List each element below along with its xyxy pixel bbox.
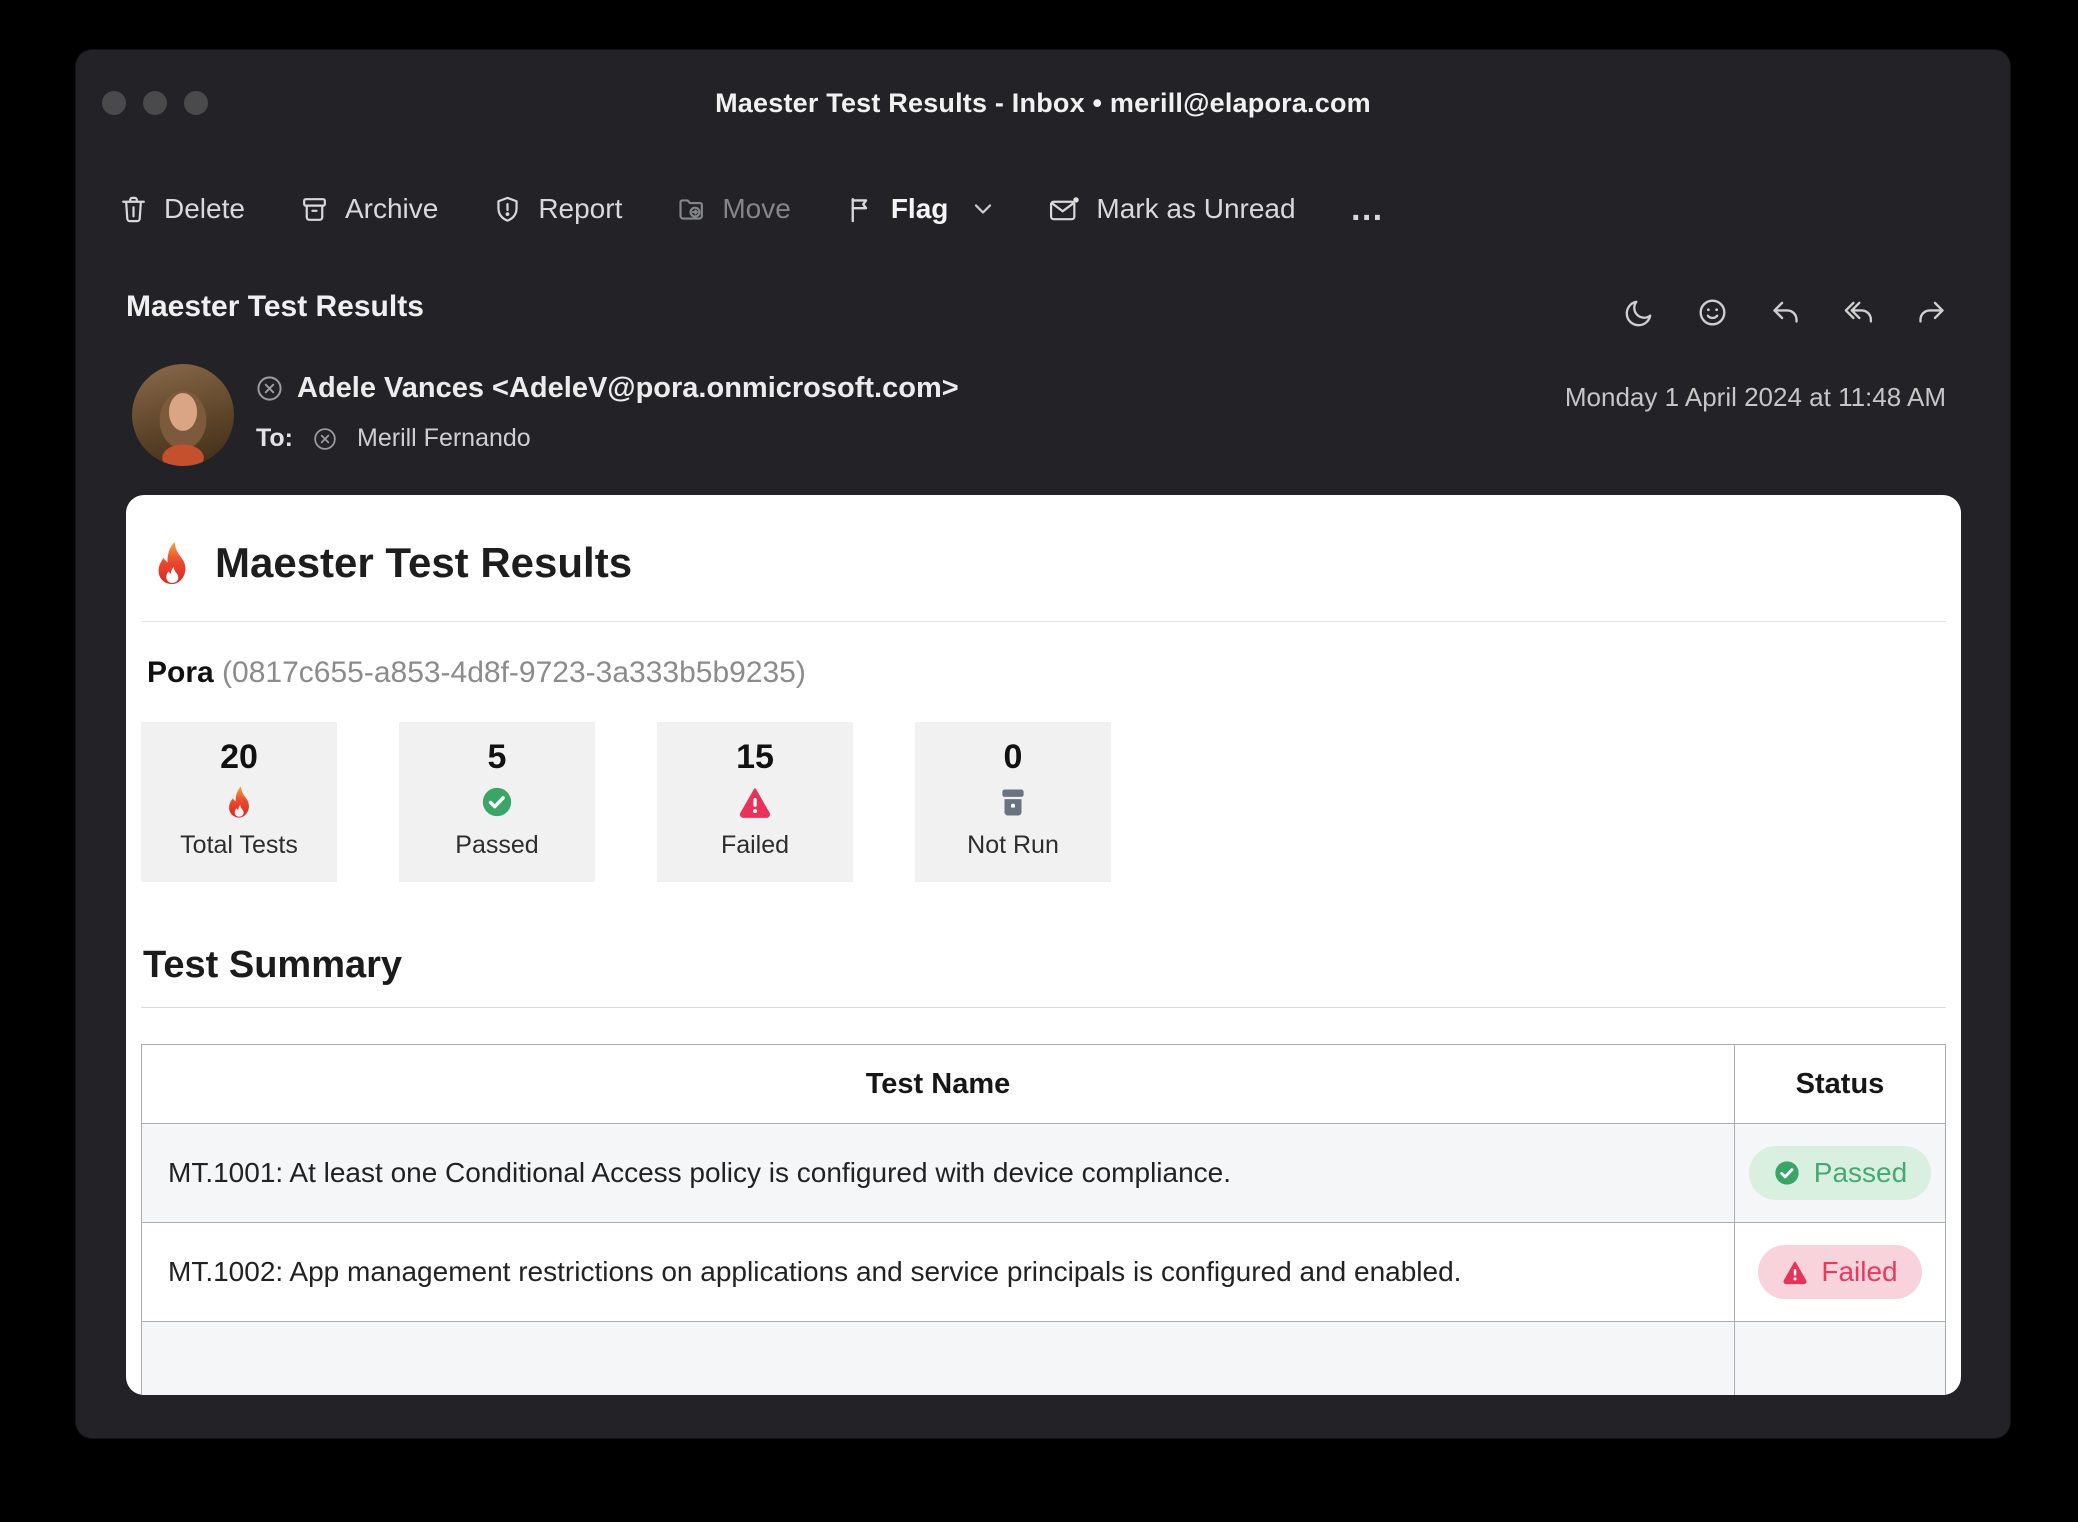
tenant-name: Pora <box>147 656 214 689</box>
stat-label: Passed <box>455 831 539 859</box>
report-label: Report <box>538 193 623 224</box>
test-summary-heading: Test Summary <box>143 944 403 986</box>
to-label: To: <box>256 424 294 452</box>
divider <box>141 1007 1946 1008</box>
table-row: MT.1001: At least one Conditional Access… <box>141 1123 1946 1223</box>
message-date: Monday 1 April 2024 at 11:48 AM <box>1564 382 1946 412</box>
forward-icon <box>1915 301 1948 332</box>
status-badge-label: Failed <box>1821 1255 1898 1287</box>
archive-box-icon <box>996 785 1030 819</box>
warning-triangle-icon <box>1782 1259 1808 1285</box>
archive-button[interactable]: Archive <box>299 193 438 225</box>
delete-label: Delete <box>164 193 245 224</box>
message-header-actions <box>1623 296 1948 332</box>
stat-value: 0 <box>1003 738 1023 776</box>
tenant-id: (0817c655-a853-4d8f-9723-3a333b5b9235) <box>222 656 806 689</box>
sender-name[interactable]: Adele Vances <AdeleV@pora.onmicrosoft.co… <box>297 372 959 405</box>
delete-button[interactable]: Delete <box>118 193 245 225</box>
report-button[interactable]: Report <box>492 193 622 225</box>
test-name-cell: MT.1002: App management restrictions on … <box>141 1221 1735 1322</box>
check-circle-icon <box>1773 1159 1801 1187</box>
archive-label: Archive <box>344 193 439 224</box>
titlebar: Maester Test Results - Inbox • merill@el… <box>76 50 2010 158</box>
move-label: Move <box>722 193 791 224</box>
recipient-presence-icon <box>313 427 337 451</box>
snooze-button[interactable] <box>1623 296 1656 332</box>
status-badge-failed: Failed <box>1758 1244 1922 1299</box>
check-circle-icon <box>480 785 514 819</box>
stat-card-total: 20 Total Tests <box>141 722 337 882</box>
flag-label: Flag <box>890 193 949 224</box>
more-icon: … <box>1349 189 1386 228</box>
message-subject: Maester Test Results <box>126 290 424 323</box>
move-button[interactable]: Move <box>676 193 791 225</box>
table-header-row: Test Name Status <box>141 1044 1946 1124</box>
mark-as-unread-label: Mark as Unread <box>1096 193 1296 224</box>
stat-label: Not Run <box>967 831 1059 859</box>
status-badge-passed: Passed <box>1748 1145 1932 1200</box>
stat-card-notrun: 0 Not Run <box>915 722 1111 882</box>
column-header-status: Status <box>1734 1044 1946 1124</box>
mail-app-window: Maester Test Results - Inbox • merill@el… <box>76 50 2010 1438</box>
reply-button[interactable] <box>1769 296 1802 332</box>
recipient-row: To: Merill Fernando <box>256 424 531 453</box>
sender-avatar[interactable] <box>132 364 234 466</box>
stat-value: 5 <box>487 738 507 776</box>
message-toolbar: Delete Archive Report Move Flag Mark as … <box>118 172 1968 246</box>
sender-presence-icon <box>256 375 283 402</box>
window-title: Maester Test Results - Inbox • merill@el… <box>715 88 1371 118</box>
stat-value: 20 <box>220 738 258 776</box>
report-shield-icon <box>492 194 523 225</box>
move-folder-icon <box>676 194 707 225</box>
divider <box>141 621 1946 622</box>
stat-cards: 20 Total Tests 5 Passed 15 Failed 0 Not … <box>141 722 1946 882</box>
status-cell: Failed <box>1734 1221 1946 1322</box>
warning-triangle-icon <box>738 785 772 819</box>
screen: Maester Test Results - Inbox • merill@el… <box>0 0 2078 1522</box>
reply-all-icon <box>1842 301 1875 332</box>
column-header-test-name: Test Name <box>141 1044 1735 1124</box>
maester-flame-icon <box>149 540 195 586</box>
status-cell: Passed <box>1734 1123 1946 1223</box>
mail-unread-icon <box>1047 194 1081 225</box>
more-actions-button[interactable]: … <box>1350 190 1386 229</box>
stat-label: Total Tests <box>180 831 298 859</box>
stat-label: Failed <box>720 831 790 859</box>
recipient-name[interactable]: Merill Fernando <box>357 424 531 453</box>
stat-card-failed: 15 Failed <box>657 722 853 882</box>
table-row-partial <box>141 1320 1946 1395</box>
reaction-smiley-icon <box>1696 299 1729 332</box>
reply-icon <box>1769 301 1802 332</box>
archive-icon <box>299 194 330 225</box>
test-results-table: Test Name Status MT.1001: At least one C… <box>141 1044 1946 1395</box>
mark-as-unread-button[interactable]: Mark as Unread <box>1047 193 1296 225</box>
tenant-line: Pora (0817c655-a853-4d8f-9723-3a333b5b92… <box>147 656 1946 690</box>
test-name-cell: MT.1001: At least one Conditional Access… <box>141 1123 1735 1223</box>
email-body-card: Maester Test Results Pora (0817c655-a853… <box>126 495 1961 1395</box>
flame-icon <box>222 785 256 819</box>
chevron-down-icon[interactable] <box>973 202 993 216</box>
email-title-row: Maester Test Results <box>149 539 1946 587</box>
email-title: Maester Test Results <box>215 539 633 586</box>
stat-value: 15 <box>736 738 774 776</box>
flag-button[interactable]: Flag <box>845 193 994 225</box>
reply-all-button[interactable] <box>1842 296 1875 332</box>
sender-row: Adele Vances <AdeleV@pora.onmicrosoft.co… <box>256 372 959 405</box>
status-badge-label: Passed <box>1813 1156 1908 1188</box>
forward-button[interactable] <box>1915 296 1948 332</box>
stat-card-passed: 5 Passed <box>399 722 595 882</box>
reaction-button[interactable] <box>1696 296 1729 332</box>
snooze-moon-icon <box>1623 300 1656 332</box>
flag-icon <box>845 194 876 225</box>
table-row: MT.1002: App management restrictions on … <box>141 1221 1946 1322</box>
trash-icon <box>118 194 149 225</box>
